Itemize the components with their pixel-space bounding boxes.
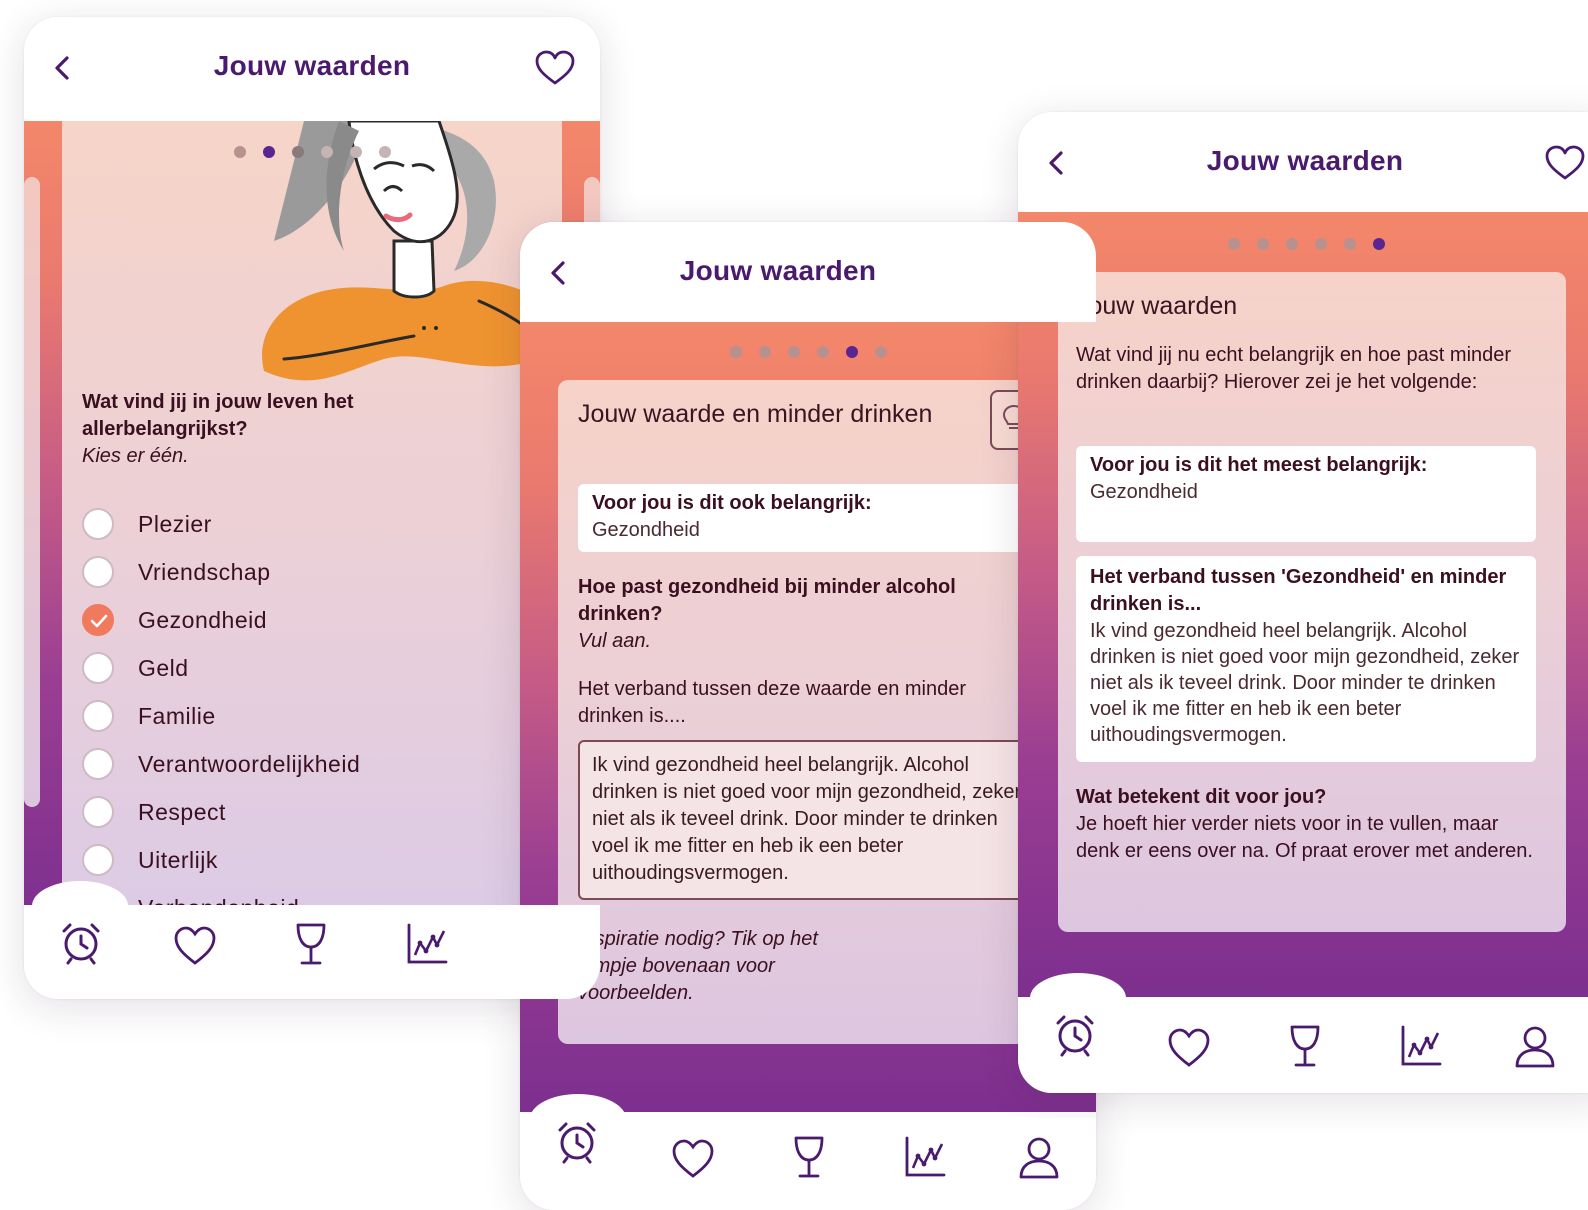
page-title: Jouw waarden [213,50,411,81]
progress-dot [788,346,800,358]
card-title: Jouw waarde en minder drinken [578,400,933,428]
heart-icon[interactable] [534,49,576,87]
option-plezier[interactable]: Plezier [82,505,212,543]
radio-button-checked[interactable] [82,604,114,636]
heart-icon[interactable] [670,1136,716,1182]
option-label: Respect [138,798,226,825]
app-header: Jouw waarden [520,222,1096,322]
option-label: Plezier [138,510,212,537]
chart-icon[interactable] [404,921,450,967]
heart-icon[interactable] [1544,144,1586,182]
card-title: Jouw waarden [1076,292,1238,320]
meaning-text: Je hoeft hier verder niets voor in te vu… [1076,813,1533,862]
question-text: Hoe past gezondheid bij minder alcohol d… [578,576,956,625]
progress-dot [1344,238,1356,250]
important-label: Voor jou is dit ook belangrijk: [592,492,872,514]
phone-screen-values-summary: Jouw waarden Jouw waarden Wat vind jij n… [1018,112,1588,1093]
alarm-clock-icon[interactable] [1052,1011,1098,1057]
checkmark-icon [90,614,108,628]
phone-screen-values-choice: Jouw waarden Wat vind jij in jouw leven … [24,17,600,999]
question-hint: Vul aan. [578,630,652,652]
progress-dot [1257,238,1269,250]
option-uiterlijk[interactable]: Uiterlijk [82,841,218,879]
intro-text: Wat vind jij nu echt belangrijk en hoe p… [1076,344,1512,393]
option-vriendschap[interactable]: Vriendschap [82,553,271,591]
option-familie[interactable]: Familie [82,697,216,735]
page-title: Jouw waarden [679,255,877,286]
progress-dot-active [846,346,858,358]
option-label: Uiterlijk [138,846,218,873]
question-text: Wat vind jij in jouw leven het allerbela… [82,391,354,440]
inspiration-hint: Inspiratie nodig? Tik op het lampje bove… [578,928,818,1004]
meaning-label: Wat betekent dit voor jou? [1076,786,1327,808]
app-header: Jouw waarden [1018,112,1588,212]
alarm-clock-icon[interactable] [554,1118,600,1164]
alarm-clock-icon[interactable] [58,919,104,965]
progress-dot [759,346,771,358]
bottom-nav [1018,973,1588,1093]
progress-dot [234,146,246,158]
radio-button[interactable] [82,700,114,732]
radio-button[interactable] [82,844,114,876]
answer-textarea[interactable]: Ik vind gezondheid heel belangrijk. Alco… [578,740,1048,900]
bottom-nav [24,881,600,999]
option-label: Vriendschap [138,558,271,585]
option-label: Verantwoordelijkheid [138,750,361,777]
option-label: Familie [138,702,216,729]
progress-dots [234,146,391,158]
important-value-box: Voor jou is dit ook belangrijk: Gezondhe… [578,484,1048,552]
most-important-value: Gezondheid [1090,481,1198,503]
question-hint: Kies er één. [82,445,189,467]
radio-button[interactable] [82,748,114,780]
progress-dot [1286,238,1298,250]
prompt-text: Het verband tussen deze waarde en minder… [578,678,967,727]
wine-glass-icon[interactable] [786,1134,832,1180]
progress-dot [817,346,829,358]
app-header: Jouw waarden [24,17,600,121]
chart-icon[interactable] [1398,1023,1444,1069]
value-link-text: Ik vind gezondheid heel belangrijk. Alco… [1090,620,1520,746]
option-label: Geld [138,654,189,681]
progress-dot-active [263,146,275,158]
option-gezondheid[interactable]: Gezondheid [82,601,267,639]
user-icon[interactable] [1016,1134,1062,1180]
user-icon[interactable] [1512,1023,1558,1069]
option-geld[interactable]: Geld [82,649,189,687]
value-link-box: Het verband tussen 'Gezondheid' en minde… [1076,556,1536,762]
phone-screen-value-link: Jouw waarden Jouw waarde en minder drink… [520,222,1096,1210]
heart-icon[interactable] [172,923,218,969]
progress-dot [379,146,391,158]
radio-button[interactable] [82,652,114,684]
page-title: Jouw waarden [1206,145,1404,176]
most-important-label: Voor jou is dit het meest belangrijk: [1090,454,1428,476]
radio-button[interactable] [82,556,114,588]
progress-dot [875,346,887,358]
important-value: Gezondheid [592,519,700,541]
heart-icon[interactable] [1166,1025,1212,1071]
bottom-nav [520,1094,1096,1210]
progress-dot [292,146,304,158]
progress-dots [1228,238,1385,250]
progress-dot [1228,238,1240,250]
progress-dot [1315,238,1327,250]
wine-glass-icon[interactable] [1282,1023,1328,1069]
progress-dot [730,346,742,358]
progress-dot-active [1373,238,1385,250]
most-important-box: Voor jou is dit het meest belangrijk: Ge… [1076,446,1536,542]
radio-button[interactable] [82,508,114,540]
value-link-label: Het verband tussen 'Gezondheid' en minde… [1090,566,1507,615]
radio-button[interactable] [82,796,114,828]
wine-glass-icon[interactable] [288,921,334,967]
progress-dot [321,146,333,158]
option-verantwoordelijkheid[interactable]: Verantwoordelijkheid [82,745,360,783]
progress-dots [730,346,887,358]
option-respect[interactable]: Respect [82,793,226,831]
progress-dot [350,146,362,158]
option-label: Gezondheid [138,606,268,633]
chart-icon[interactable] [902,1134,948,1180]
previous-card-peek [24,177,40,807]
